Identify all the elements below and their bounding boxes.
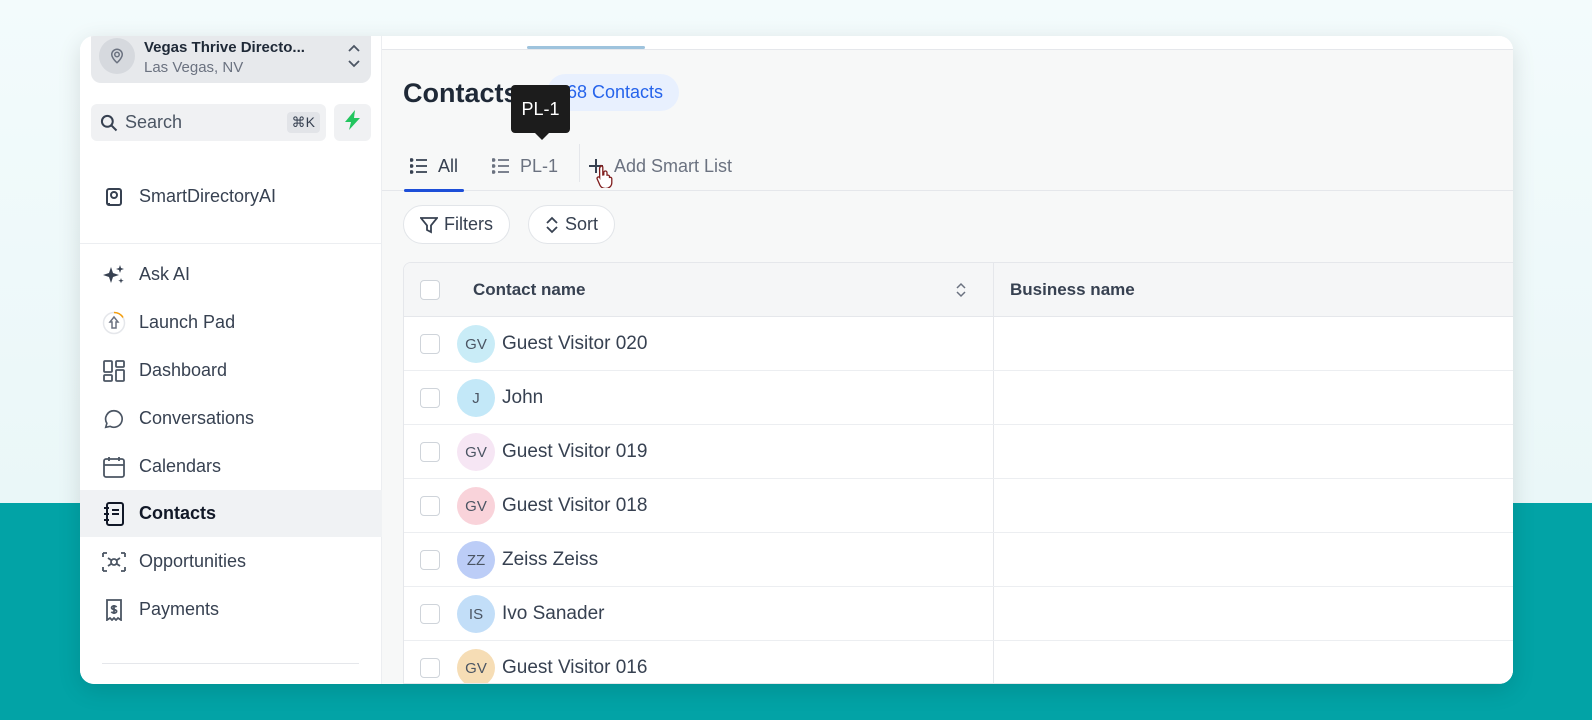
calendar-icon xyxy=(102,455,126,479)
contacts-table: Contact name Business name GV Guest Visit… xyxy=(403,262,1513,684)
table-row[interactable]: J John xyxy=(404,372,1513,425)
filters-label: Filters xyxy=(444,214,493,234)
rocket-icon xyxy=(102,311,126,335)
sidebar-item-label: Launch Pad xyxy=(139,312,236,332)
table-row[interactable]: GV Guest Visitor 018 xyxy=(404,480,1513,533)
sidebar-item-smartdirectoryai[interactable]: SmartDirectoryAI xyxy=(80,173,382,220)
location-switcher[interactable]: Vegas Thrive Directo... Las Vegas, NV xyxy=(91,36,371,83)
avatar: GV xyxy=(457,325,495,363)
location-city: Las Vegas, NV xyxy=(144,59,244,76)
sidebar-item-label: Contacts xyxy=(139,503,217,523)
sidebar-item-label: SmartDirectoryAI xyxy=(139,186,277,206)
table-row[interactable]: IS Ivo Sanader xyxy=(404,588,1513,641)
sidebar-item-opportunities[interactable]: Opportunities xyxy=(80,538,382,585)
filter-icon xyxy=(420,216,438,234)
select-all-checkbox[interactable] xyxy=(420,280,440,300)
avatar: ZZ xyxy=(457,541,495,579)
row-checkbox[interactable] xyxy=(420,658,440,678)
sidebar-item-ask-ai[interactable]: Ask AI xyxy=(80,251,382,298)
sidebar-item-label: Conversations xyxy=(139,408,255,428)
sidebar-item-launch-pad[interactable]: Launch Pad xyxy=(80,299,382,346)
avatar: GV xyxy=(457,649,495,683)
location-pin-icon xyxy=(99,38,135,74)
table-header: Contact name Business name xyxy=(404,263,1513,317)
row-checkbox[interactable] xyxy=(420,496,440,516)
search-label: Search xyxy=(125,112,183,132)
row-checkbox[interactable] xyxy=(420,334,440,354)
search-shortcut: ⌘K xyxy=(286,112,320,133)
row-checkbox[interactable] xyxy=(420,550,440,570)
sidebar-divider xyxy=(80,243,382,244)
search-icon xyxy=(99,113,119,138)
tab-label: PL-1 xyxy=(520,155,559,176)
sort-button[interactable]: Sort xyxy=(528,205,616,244)
smart-list-tabs: All PL-1 Add Smart List xyxy=(382,141,1513,192)
receipt-icon xyxy=(102,598,126,622)
row-checkbox[interactable] xyxy=(420,388,440,408)
hand-cursor-icon xyxy=(596,164,614,193)
filters-button[interactable]: Filters xyxy=(403,205,510,244)
list-icon xyxy=(410,158,428,174)
table-row[interactable]: ZZ Zeiss Zeiss xyxy=(404,534,1513,587)
page-title: Contacts xyxy=(403,78,519,108)
list-icon xyxy=(492,158,510,174)
top-strip xyxy=(382,36,1513,50)
sidebar-item-dashboard[interactable]: Dashboard xyxy=(80,347,382,394)
book-icon xyxy=(102,185,126,209)
chevron-up-down-icon xyxy=(347,40,361,72)
sidebar-item-payments[interactable]: Payments xyxy=(80,586,382,633)
sort-label: Sort xyxy=(565,214,599,234)
sidebar-item-label: Ask AI xyxy=(139,264,191,284)
sidebar-item-label: Dashboard xyxy=(139,360,228,380)
add-smart-list-label: Add Smart List xyxy=(614,155,733,176)
quick-action-button[interactable] xyxy=(334,104,371,141)
sidebar-item-conversations[interactable]: Conversations xyxy=(80,395,382,442)
contact-name-link[interactable]: John xyxy=(502,387,543,409)
sidebar-item-label: Payments xyxy=(139,599,220,619)
tab-separator xyxy=(579,144,580,182)
lightning-bolt-icon xyxy=(344,110,362,135)
sort-icon xyxy=(545,216,559,234)
contact-name-link[interactable]: Zeiss Zeiss xyxy=(502,549,598,571)
contact-book-icon xyxy=(102,502,126,526)
sidebar-item-calendars[interactable]: Calendars xyxy=(80,443,382,490)
sparkle-icon xyxy=(102,263,126,287)
sidebar-item-label: Opportunities xyxy=(139,551,247,571)
tab-tooltip: PL-1 xyxy=(511,85,570,140)
row-checkbox[interactable] xyxy=(420,604,440,624)
avatar: GV xyxy=(457,433,495,471)
table-row[interactable]: GV Guest Visitor 016 xyxy=(404,642,1513,683)
app-window: Vegas Thrive Directo... Las Vegas, NV Se… xyxy=(80,36,1513,684)
contact-name-link[interactable]: Guest Visitor 019 xyxy=(502,441,647,463)
main-content: Contacts 68 Contacts PL-1 All PL-1 Add S xyxy=(382,36,1513,684)
chat-bubble-icon xyxy=(102,407,126,431)
avatar: IS xyxy=(457,595,495,633)
tab-all[interactable]: All xyxy=(404,141,465,192)
tab-pl-1[interactable]: PL-1 xyxy=(492,141,558,191)
column-header-business-name[interactable]: Business name xyxy=(1010,280,1135,300)
search-button[interactable]: Search ⌘K xyxy=(91,104,326,141)
sidebar-divider xyxy=(102,663,359,664)
sidebar: Vegas Thrive Directo... Las Vegas, NV Se… xyxy=(80,36,382,684)
dashboard-icon xyxy=(102,359,126,383)
table-row[interactable]: GV Guest Visitor 020 xyxy=(404,318,1513,371)
contact-name-link[interactable]: Ivo Sanader xyxy=(502,603,604,625)
avatar: J xyxy=(457,379,495,417)
contact-name-link[interactable]: Guest Visitor 018 xyxy=(502,495,647,517)
tab-label: All xyxy=(438,155,459,176)
sidebar-item-contacts[interactable]: Contacts xyxy=(80,490,382,537)
table-row[interactable]: GV Guest Visitor 019 xyxy=(404,426,1513,479)
location-name: Vegas Thrive Directo... xyxy=(144,39,305,56)
column-header-contact-name[interactable]: Contact name xyxy=(473,280,585,300)
sidebar-item-label: Calendars xyxy=(139,456,222,476)
avatar: GV xyxy=(457,487,495,525)
contact-name-link[interactable]: Guest Visitor 020 xyxy=(502,333,647,355)
opportunities-icon xyxy=(102,550,126,574)
active-indicator xyxy=(527,46,645,49)
contact-name-link[interactable]: Guest Visitor 016 xyxy=(502,657,647,679)
sort-toggle-icon[interactable] xyxy=(956,282,966,303)
row-checkbox[interactable] xyxy=(420,442,440,462)
